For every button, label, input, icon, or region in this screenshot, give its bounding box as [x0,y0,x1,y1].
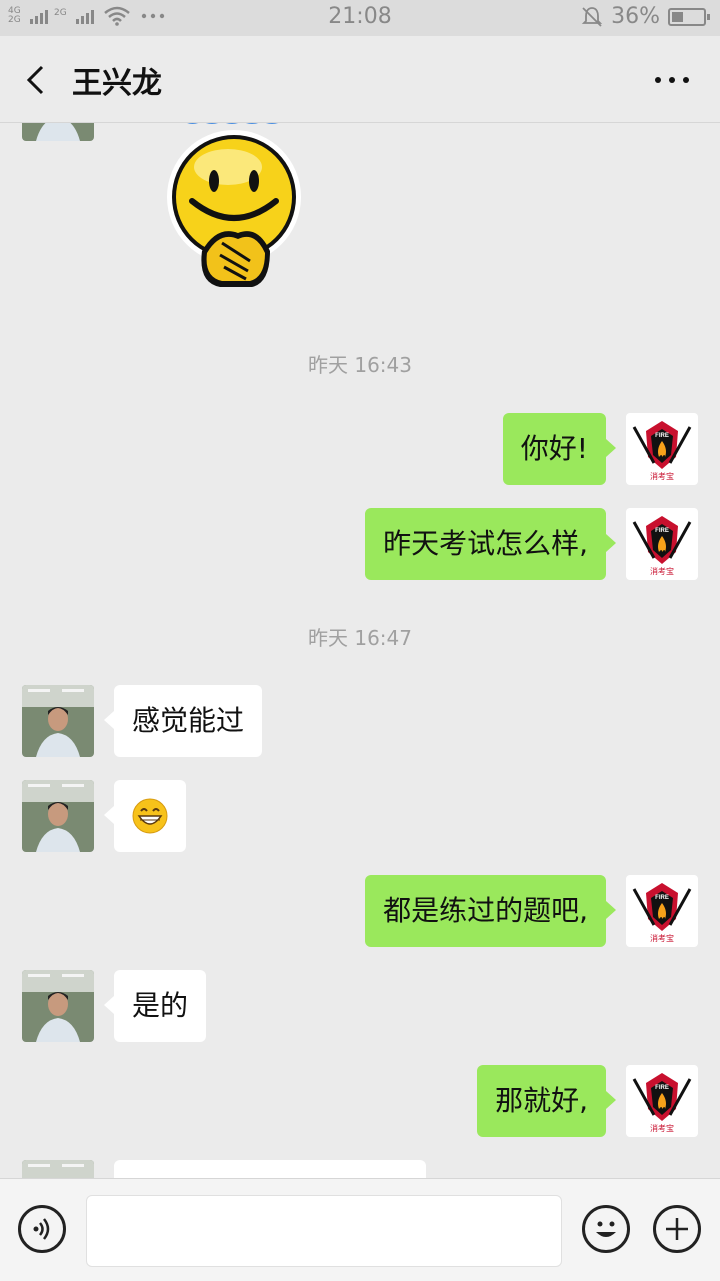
message-bubble-outgoing[interactable]: 昨天考试怎么样, [365,508,616,580]
plus-icon[interactable] [653,1205,701,1253]
svg-text:FIRE: FIRE [655,1085,669,1091]
message-bubble-incoming[interactable] [104,780,186,852]
contact-avatar[interactable] [22,123,94,141]
my-avatar[interactable]: FIRE 消考宝 [626,508,698,580]
fire-emblem-icon: FIRE 消考宝 [626,875,698,947]
battery-icon [668,7,710,26]
svg-text:FIRE: FIRE [655,528,669,534]
message-bubble-incoming[interactable] [114,1160,426,1178]
svg-text:消考宝: 消考宝 [650,933,674,943]
sticker-smiley-pray[interactable] [162,123,312,305]
message-input[interactable] [86,1195,562,1267]
chat-header: 王兴龙 [0,36,720,123]
fire-emblem-icon: FIRE 消考宝 [626,508,698,580]
svg-text:FIRE: FIRE [655,895,669,901]
svg-text:消考宝: 消考宝 [650,1123,674,1133]
battery-percent: 36% [611,4,660,29]
grinning-face-icon [132,798,168,834]
fire-emblem-icon: FIRE 消考宝 [626,413,698,485]
contact-avatar[interactable] [22,970,94,1042]
back-arrow-icon[interactable] [18,62,54,98]
message-list[interactable]: 昨天 16:43 你好! FIRE 消考宝 昨天考试怎么样, FIRE 消考宝 … [0,123,720,1178]
more-options-icon[interactable] [648,66,696,94]
status-bar: 4G 2G 2G 21:08 36% [0,0,720,36]
emoji-icon[interactable] [582,1205,630,1253]
fire-emblem-icon: FIRE 消考宝 [626,1065,698,1137]
my-avatar[interactable]: FIRE 消考宝 [626,1065,698,1137]
my-avatar[interactable]: FIRE 消考宝 [626,413,698,485]
silent-bell-icon [581,6,603,27]
message-bubble-outgoing[interactable]: 你好! [502,413,617,485]
input-bar [0,1178,720,1281]
message-bubble-incoming[interactable]: 感觉能过 [103,685,263,757]
svg-text:FIRE: FIRE [655,433,669,439]
contact-avatar[interactable] [22,780,94,852]
chat-title: 王兴龙 [72,66,162,101]
message-bubble-incoming[interactable]: 是的 [103,970,207,1042]
my-avatar[interactable]: FIRE 消考宝 [626,875,698,947]
message-bubble-outgoing[interactable]: 都是练过的题吧, [365,875,616,947]
timestamp: 昨天 16:47 [308,626,412,650]
contact-avatar[interactable] [22,685,94,757]
svg-text:消考宝: 消考宝 [650,471,674,481]
timestamp: 昨天 16:43 [308,353,412,377]
contact-avatar[interactable] [22,1160,94,1178]
message-bubble-outgoing[interactable]: 那就好, [477,1065,616,1137]
svg-text:消考宝: 消考宝 [650,566,674,576]
voice-input-icon[interactable] [18,1205,66,1253]
